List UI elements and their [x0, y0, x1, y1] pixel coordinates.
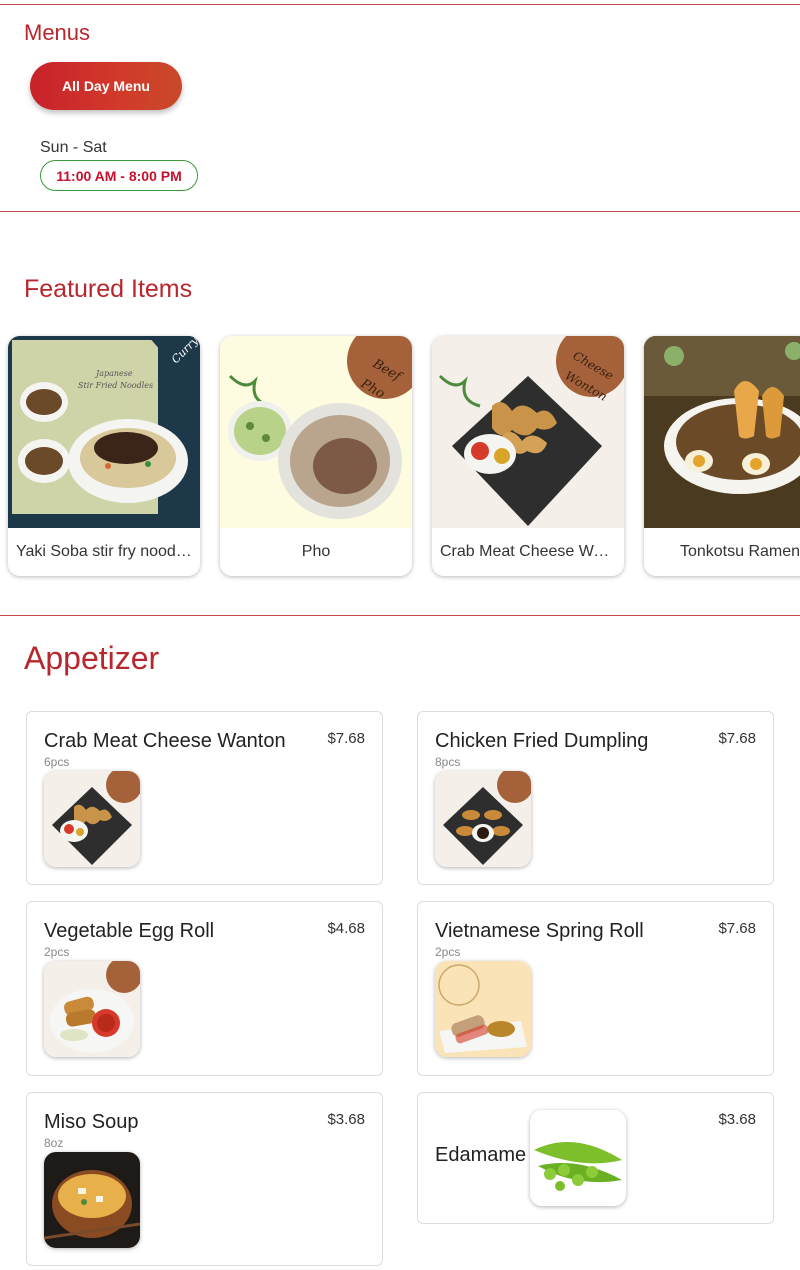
item-name: Chicken Fried Dumpling [435, 730, 649, 752]
featured-item-card[interactable]: Curry Japanese Stir Fried Noodles Yaki S… [8, 336, 200, 576]
menu-item-card[interactable]: Miso Soup $3.68 8oz [26, 1092, 383, 1266]
item-quantity: 8oz [44, 1136, 64, 1150]
item-image [435, 961, 531, 1057]
item-price: $7.68 [718, 920, 756, 937]
item-quantity: 6pcs [44, 755, 70, 769]
featured-item-name: Pho [301, 543, 331, 560]
divider [0, 4, 800, 5]
tonkotsu-ramen-image [644, 336, 800, 528]
item-image [435, 771, 531, 867]
svg-text:Stir Fried Noodles: Stir Fried Noodles [78, 381, 153, 390]
yaki-soba-image: Curry Japanese Stir Fried Noodles [8, 336, 200, 528]
pho-image: Beef Pho [220, 336, 412, 528]
item-image [530, 1110, 626, 1206]
crab-wanton-image: Cheese Wonton [432, 336, 624, 528]
featured-item-card[interactable]: Cheese Wonton Crab Meat Cheese Wanton [432, 336, 624, 576]
item-price: $3.68 [718, 1111, 756, 1128]
featured-item-card[interactable]: Tonkotsu Ramen [644, 336, 800, 576]
item-price: $7.68 [327, 730, 365, 747]
featured-item-card[interactable]: Beef Pho Pho [220, 336, 412, 576]
item-image [44, 961, 140, 1057]
featured-item-name: Crab Meat Cheese Wanton [440, 543, 624, 560]
menu-item-card[interactable]: Chicken Fried Dumpling $7.68 8pcs [417, 711, 774, 885]
item-name: Miso Soup [44, 1111, 139, 1133]
all-day-menu-button[interactable]: All Day Menu [30, 62, 182, 110]
menu-item-card[interactable]: Vegetable Egg Roll $4.68 2pcs [26, 901, 383, 1076]
item-quantity: 8pcs [435, 755, 461, 769]
item-name: Vegetable Egg Roll [44, 920, 215, 942]
item-price: $7.68 [718, 730, 756, 747]
menu-hours-badge: 11:00 AM - 8:00 PM [40, 160, 198, 191]
item-price: $4.68 [327, 920, 365, 937]
divider [0, 615, 800, 616]
appetizer-heading: Appetizer [24, 640, 160, 676]
item-quantity: 2pcs [44, 945, 70, 959]
menus-heading: Menus [24, 20, 91, 45]
menu-item-card[interactable]: Vietnamese Spring Roll $7.68 2pcs [417, 901, 774, 1076]
item-name: Crab Meat Cheese Wanton [44, 730, 286, 752]
item-image [44, 1152, 140, 1248]
menu-days: Sun - Sat [40, 139, 107, 156]
item-price: $3.68 [327, 1111, 365, 1128]
featured-item-name: Yaki Soba stir fry noodles [16, 543, 197, 560]
item-name: Edamame [435, 1144, 527, 1166]
svg-text:Japanese: Japanese [94, 369, 133, 378]
menu-item-card[interactable]: Edamame $3.68 [417, 1092, 774, 1224]
item-name: Vietnamese Spring Roll [435, 920, 644, 942]
featured-item-name: Tonkotsu Ramen [679, 543, 800, 560]
featured-items-heading: Featured Items [24, 275, 193, 303]
menu-item-card[interactable]: Crab Meat Cheese Wanton $7.68 6pcs [26, 711, 383, 885]
item-image [44, 771, 140, 867]
divider [0, 211, 800, 212]
item-quantity: 2pcs [435, 945, 461, 959]
